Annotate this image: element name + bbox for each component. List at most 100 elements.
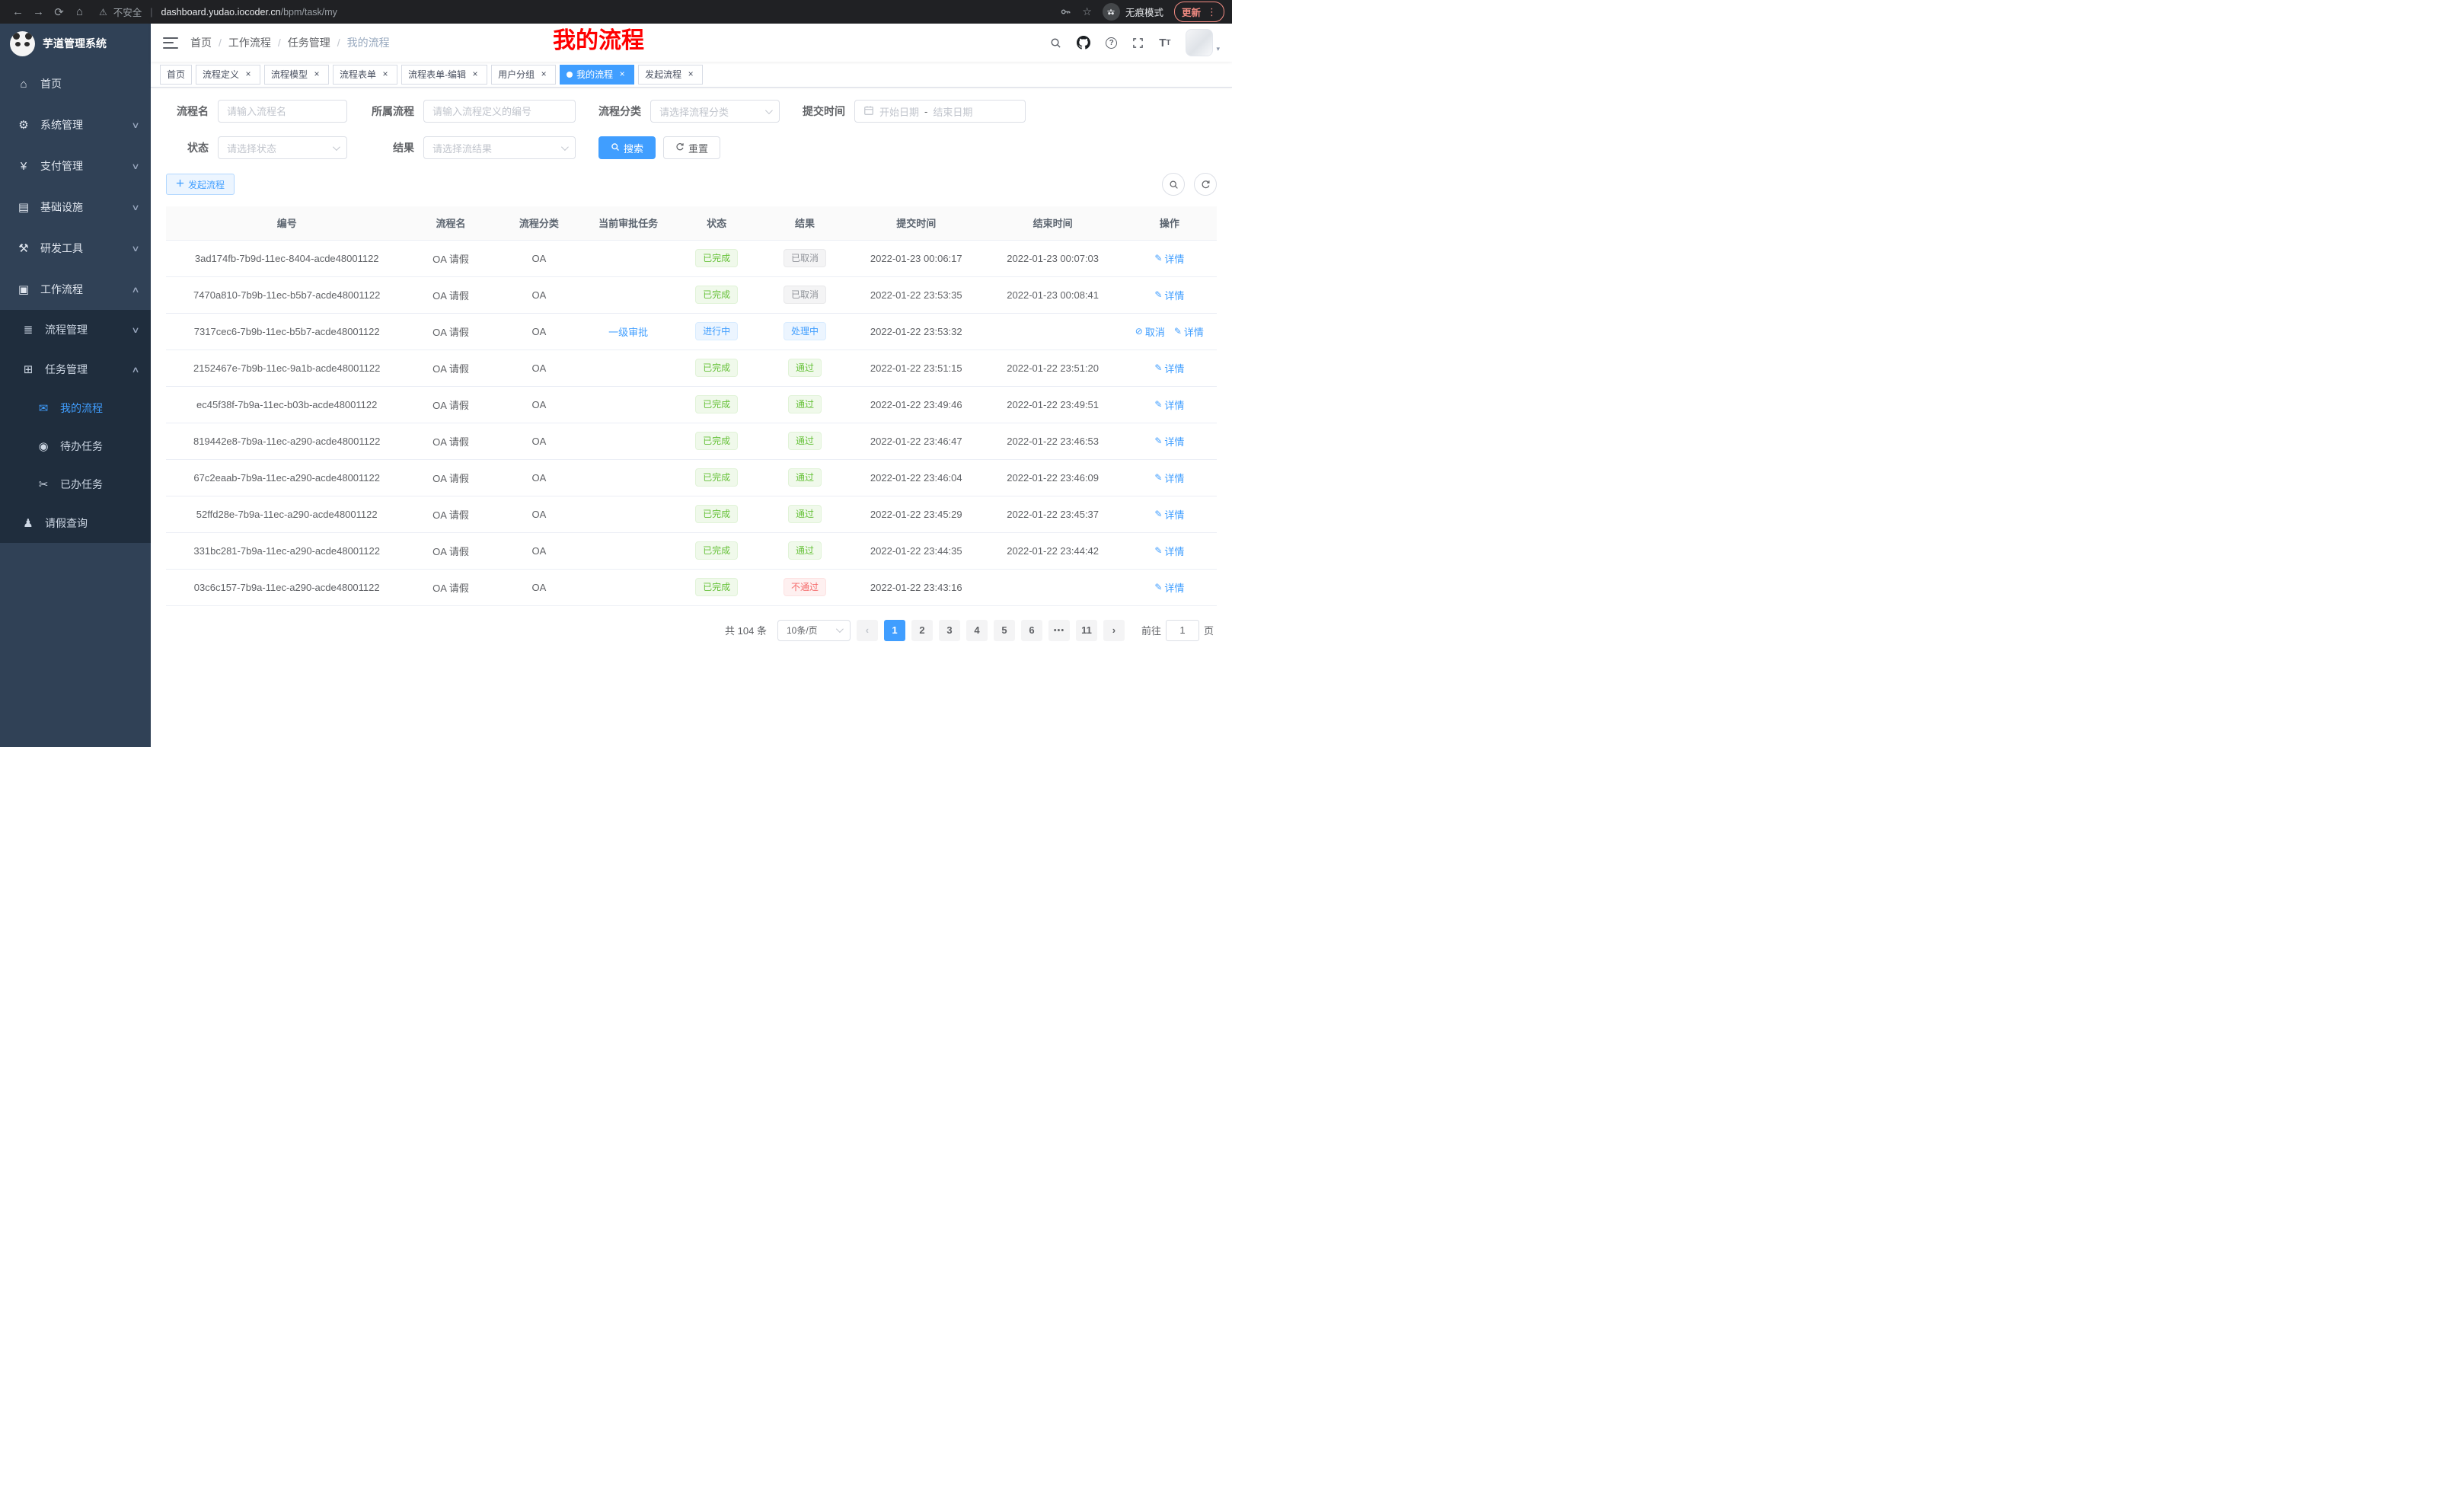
status-select[interactable]: 请选择状态: [218, 136, 347, 159]
detail-link[interactable]: ✎详情: [1154, 471, 1184, 485]
breadcrumb-item[interactable]: 任务管理: [288, 35, 330, 50]
bookmark-star-icon[interactable]: ☆: [1082, 5, 1092, 18]
sidebar-item[interactable]: ✉我的流程: [0, 389, 151, 427]
table-row: ec45f38f-7b9a-11ec-b03b-acde48001122OA 请…: [166, 386, 1217, 423]
refresh-table-button[interactable]: [1194, 173, 1217, 196]
sidebar-item[interactable]: ▤基础设施∨: [0, 187, 151, 228]
action-label: 取消: [1145, 324, 1165, 339]
fullscreen-icon[interactable]: [1132, 37, 1144, 49]
toggle-search-button[interactable]: [1162, 173, 1185, 196]
page-button[interactable]: 2: [911, 620, 933, 641]
select-placeholder: 请选择状态: [227, 141, 276, 155]
view-tab[interactable]: 流程表单×: [333, 65, 397, 85]
sidebar-item[interactable]: ⌂首页: [0, 63, 151, 104]
detail-link[interactable]: ✎详情: [1174, 324, 1204, 339]
forward-button[interactable]: →: [28, 5, 49, 18]
search-icon[interactable]: [1050, 37, 1061, 49]
close-icon[interactable]: ×: [243, 69, 254, 80]
font-size-icon[interactable]: TT: [1159, 37, 1170, 49]
end-date-placeholder: 结束日期: [933, 104, 972, 119]
sidebar-item[interactable]: ⊞任务管理∧: [0, 350, 151, 389]
more-pages-button[interactable]: •••: [1048, 620, 1070, 641]
close-icon[interactable]: ×: [470, 69, 480, 80]
result-select[interactable]: 请选择流结果: [423, 136, 576, 159]
view-tab[interactable]: 流程模型×: [264, 65, 329, 85]
detail-link[interactable]: ✎详情: [1154, 544, 1184, 558]
close-icon[interactable]: ×: [617, 69, 627, 80]
sidebar-menu: ⌂首页⚙系统管理∨¥支付管理∨▤基础设施∨⚒研发工具∨▣工作流程∧≣流程管理∨⊞…: [0, 63, 151, 543]
page-button[interactable]: 3: [939, 620, 960, 641]
cell-current-task: 一级审批: [584, 313, 672, 350]
detail-link[interactable]: ✎详情: [1154, 434, 1184, 449]
category-select[interactable]: 请选择流程分类: [650, 100, 780, 123]
jump-page-input[interactable]: [1166, 620, 1199, 641]
detail-link[interactable]: ✎详情: [1154, 397, 1184, 412]
app-logo[interactable]: 芋道管理系统: [0, 24, 151, 63]
help-icon[interactable]: ?: [1106, 37, 1117, 49]
address-bar[interactable]: ⚠ 不安全 | dashboard.yudao.iocoder.cn/bpm/t…: [99, 5, 1060, 19]
view-tab[interactable]: 我的流程×: [560, 65, 634, 85]
close-icon[interactable]: ×: [380, 69, 391, 80]
page-button[interactable]: 5: [994, 620, 1015, 641]
reset-button[interactable]: 重置: [663, 136, 720, 159]
cell-current-task: [584, 569, 672, 605]
view-tab[interactable]: 流程表单-编辑×: [401, 65, 487, 85]
process-definition-input[interactable]: [423, 100, 576, 123]
url-path: /bpm/task/my: [281, 7, 337, 18]
cancel-link[interactable]: ⊘取消: [1135, 324, 1165, 339]
detail-link[interactable]: ✎详情: [1154, 288, 1184, 302]
browser-menu-icon[interactable]: ⋮: [1207, 6, 1217, 18]
breadcrumb-item[interactable]: 工作流程: [228, 35, 271, 50]
active-dot: [567, 72, 573, 78]
close-icon[interactable]: ×: [538, 69, 549, 80]
page-button[interactable]: 1: [884, 620, 905, 641]
sidebar-item[interactable]: ♟请假查询: [0, 503, 151, 543]
hamburger-icon[interactable]: [163, 37, 178, 49]
home-button[interactable]: ⌂: [69, 5, 90, 18]
sidebar-item[interactable]: ✂已办任务: [0, 465, 151, 503]
edit-icon: ✎: [1154, 582, 1162, 592]
next-page-button[interactable]: ›: [1103, 620, 1125, 641]
view-tab[interactable]: 发起流程×: [638, 65, 703, 85]
detail-link[interactable]: ✎详情: [1154, 580, 1184, 595]
create-process-button[interactable]: 发起流程: [166, 174, 235, 195]
key-icon[interactable]: [1060, 6, 1071, 18]
sidebar-item[interactable]: ◉待办任务: [0, 427, 151, 465]
view-tab[interactable]: 流程定义×: [196, 65, 260, 85]
detail-link[interactable]: ✎详情: [1154, 361, 1184, 375]
close-icon[interactable]: ×: [685, 69, 696, 80]
cancel-icon: ⊘: [1135, 326, 1143, 337]
cell-submit-time: 2022-01-22 23:49:46: [849, 386, 984, 423]
process-name-input[interactable]: [218, 100, 347, 123]
view-tab[interactable]: 用户分组×: [491, 65, 556, 85]
table-tools: [1162, 173, 1217, 196]
cell-process-name: OA 请假: [407, 532, 493, 569]
prev-page-button[interactable]: ‹: [857, 620, 878, 641]
breadcrumb-item[interactable]: 首页: [190, 35, 212, 50]
page-button[interactable]: 6: [1021, 620, 1042, 641]
total-count: 共 104 条: [725, 623, 767, 637]
sidebar-item[interactable]: ≣流程管理∨: [0, 310, 151, 350]
back-button[interactable]: ←: [8, 5, 28, 18]
search-button[interactable]: 搜索: [598, 136, 656, 159]
browser-update-button[interactable]: 更新 ⋮: [1174, 2, 1224, 22]
page-button[interactable]: 11: [1076, 620, 1097, 641]
page-button[interactable]: 4: [966, 620, 988, 641]
table-row: 03c6c157-7b9a-11ec-a290-acde48001122OA 请…: [166, 569, 1217, 605]
current-task-link[interactable]: 一级审批: [608, 327, 648, 338]
detail-link[interactable]: ✎详情: [1154, 507, 1184, 522]
sidebar-item[interactable]: ⚙系统管理∨: [0, 104, 151, 145]
sidebar-item[interactable]: ⚒研发工具∨: [0, 228, 151, 269]
user-avatar[interactable]: ▾: [1186, 29, 1220, 56]
sidebar-item[interactable]: ¥支付管理∨: [0, 145, 151, 187]
page-size-select[interactable]: 10条/页: [777, 620, 851, 641]
view-tab[interactable]: 首页: [160, 65, 192, 85]
sidebar-item[interactable]: ▣工作流程∧: [0, 269, 151, 310]
reload-button[interactable]: ⟳: [49, 5, 69, 19]
github-icon[interactable]: [1077, 36, 1090, 49]
close-icon[interactable]: ×: [311, 69, 322, 80]
main-panel: 首页/工作流程/任务管理/我的流程 ? TT ▾: [151, 24, 1232, 747]
submit-time-range-picker[interactable]: 开始日期 - 结束日期: [854, 100, 1026, 123]
detail-link[interactable]: ✎详情: [1154, 251, 1184, 266]
cell-actions: ✎详情: [1122, 459, 1217, 496]
